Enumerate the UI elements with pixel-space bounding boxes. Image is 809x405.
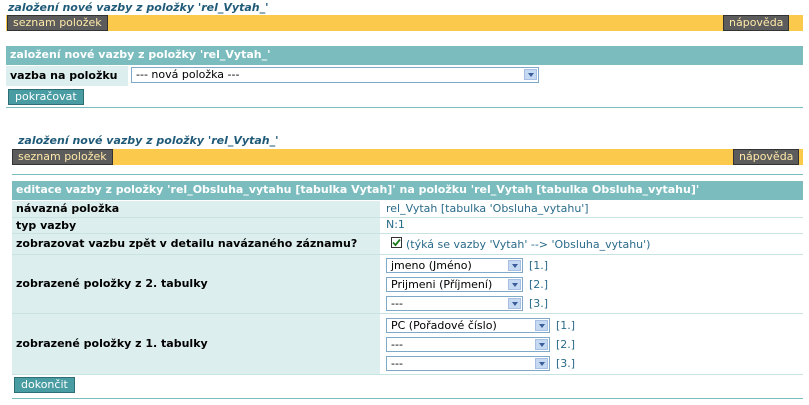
select-value: PC (Pořadové číslo) <box>391 319 497 332</box>
help-button[interactable]: nápověda <box>723 15 790 31</box>
chevron-down-icon <box>535 358 548 369</box>
chevron-down-icon <box>508 279 521 290</box>
table1-index-3: [3.] <box>556 357 576 370</box>
table2-select-2[interactable]: Prijmeni (Příjmení) <box>386 277 523 292</box>
finish-button[interactable]: dokončit <box>14 377 75 393</box>
link-type-label: typ vazby <box>12 218 380 233</box>
link-type-value: N:1 <box>386 218 405 231</box>
show-back-checkbox[interactable] <box>391 237 402 248</box>
select-value: --- <box>391 338 403 351</box>
section-toolbar <box>12 149 803 165</box>
show-back-note: (týká se vazby 'Vytah' --> 'Obsluha_vyta… <box>406 238 651 251</box>
link-target-label: vazba na položku <box>6 66 128 86</box>
section-title: založení nové vazby z položky 'rel_Vytah… <box>18 134 279 147</box>
table1-select-1[interactable]: PC (Pořadové číslo) <box>386 318 550 333</box>
table1-select-2[interactable]: --- <box>386 337 550 352</box>
table1-select-3[interactable]: --- <box>386 356 550 371</box>
table2-index-3: [3.] <box>529 297 549 310</box>
select-value: jmeno (Jméno) <box>391 259 472 272</box>
form-header: založení nové vazby z položky 'rel_Vytah… <box>6 46 803 65</box>
chevron-down-icon <box>535 339 548 350</box>
chevron-down-icon <box>508 298 521 309</box>
list-items-button[interactable]: seznam položek <box>7 15 108 31</box>
table2-index-1: [1.] <box>529 259 549 272</box>
list-items-button-2[interactable]: seznam položek <box>12 149 113 165</box>
table1-index-1: [1.] <box>556 319 576 332</box>
page-title: založení nové vazby z položky 'rel_Vytah… <box>8 1 269 14</box>
checkmark-icon <box>392 238 401 247</box>
linked-item-label: návazná položka <box>12 201 380 217</box>
continue-button[interactable]: pokračovat <box>8 89 84 105</box>
chevron-down-icon <box>524 69 537 80</box>
show-back-label: zobrazovat vazbu zpět v detailu navázané… <box>12 234 380 254</box>
row-divider <box>12 374 803 375</box>
select-value: --- nová položka --- <box>136 68 240 81</box>
divider <box>12 398 803 399</box>
divider <box>6 107 803 108</box>
select-value: Prijmeni (Příjmení) <box>391 278 493 291</box>
help-button-2[interactable]: nápověda <box>733 149 800 165</box>
divider <box>12 174 803 175</box>
select-value: --- <box>391 357 403 370</box>
top-toolbar <box>6 15 803 31</box>
table1-label: zobrazené položky z 1. tabulky <box>12 314 380 374</box>
table2-index-2: [2.] <box>529 278 549 291</box>
table1-index-2: [2.] <box>556 338 576 351</box>
table2-label: zobrazené položky z 2. tabulky <box>12 255 380 313</box>
table2-select-1[interactable]: jmeno (Jméno) <box>386 258 523 273</box>
link-target-select[interactable]: --- nová položka --- <box>131 67 539 83</box>
table2-select-3[interactable]: --- <box>386 296 523 311</box>
edit-header: editace vazby z položky 'rel_Obsluha_vyt… <box>12 181 803 200</box>
chevron-down-icon <box>508 260 521 271</box>
linked-item-value: rel_Vytah [tabulka 'Obsluha_vytahu'] <box>386 202 589 215</box>
chevron-down-icon <box>535 320 548 331</box>
select-value: --- <box>391 297 403 310</box>
